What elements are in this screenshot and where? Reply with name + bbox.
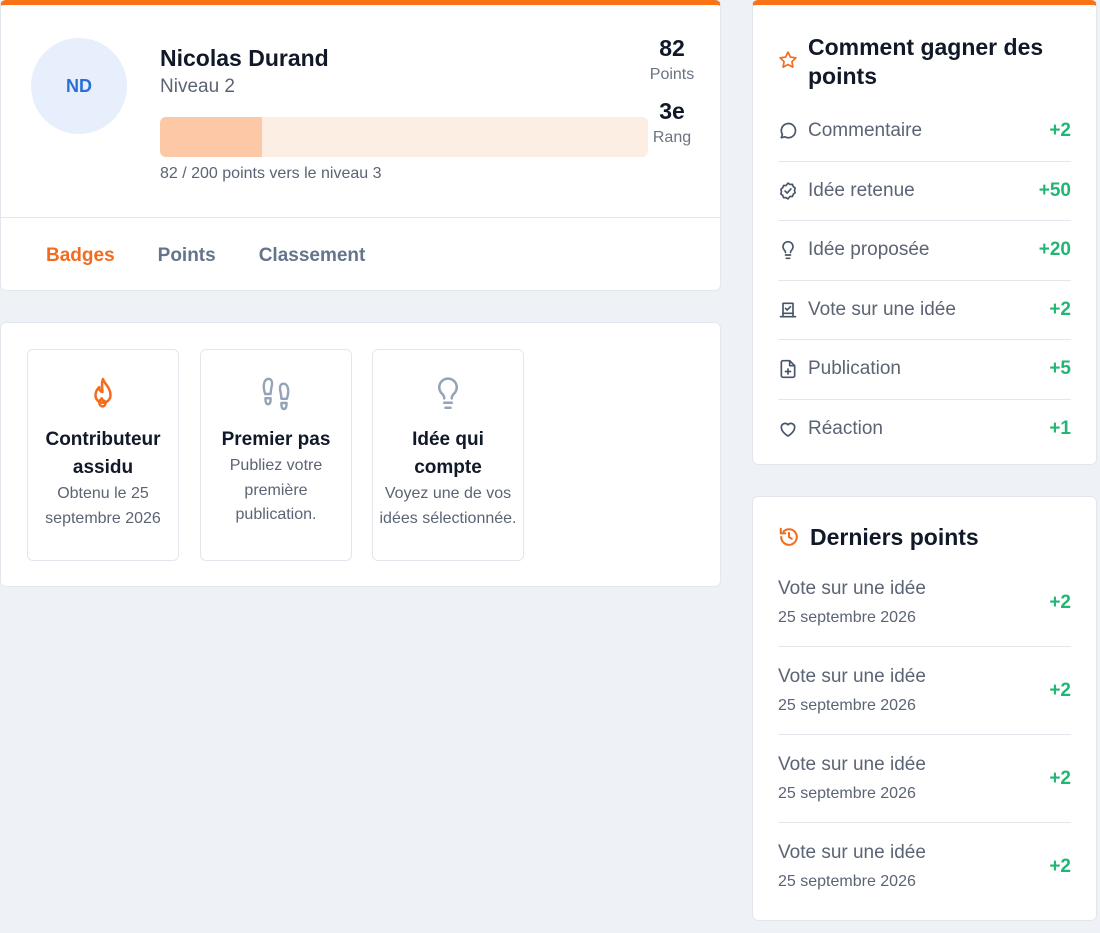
earn-action-points: +2 [1049, 298, 1071, 320]
badge-description: Voyez une de vos idées sélectionnée. [379, 485, 517, 527]
badges-panel: Contributeur assidu Obtenu le 25 septemb… [0, 322, 721, 587]
badge-card[interactable]: Idée qui compte Voyez une de vos idées s… [372, 349, 524, 561]
earn-action-points: +5 [1049, 358, 1071, 380]
recent-action-date: 25 septembre 2026 [778, 784, 916, 802]
badge-description: Publiez votre première publication. [229, 457, 323, 523]
lightbulb-icon [778, 240, 798, 260]
earn-action-points: +2 [1049, 120, 1071, 142]
badge-description: Obtenu le 25 septembre 2026 [45, 485, 161, 527]
recent-action-date: 25 septembre 2026 [778, 873, 916, 890]
recent-action-points: +2 [1049, 767, 1071, 789]
recent-points-title: Derniers points [810, 524, 979, 550]
earn-action-points: +50 [1038, 179, 1071, 201]
badge-check-icon [778, 181, 798, 201]
history-icon [778, 526, 800, 548]
badge-title: Idée qui compte [412, 429, 484, 478]
user-level: Niveau 2 [160, 76, 235, 97]
list-item: Idée retenue +50 [778, 162, 1071, 221]
recent-points-list: Vote sur une idée 25 septembre 2026 +2 V… [778, 559, 1071, 911]
recent-points-header: Derniers points [778, 523, 979, 552]
flame-icon [28, 374, 178, 414]
rank-value: 3e [659, 98, 685, 124]
earn-action-label: Commentaire [808, 120, 923, 142]
lightbulb-icon [373, 374, 523, 414]
list-item: Vote sur une idée 25 septembre 2026 +2 [778, 735, 1071, 823]
list-item: Vote sur une idée 25 septembre 2026 +2 [778, 647, 1071, 735]
recent-action-points: +2 [1049, 591, 1071, 613]
earn-action-label: Idée retenue [808, 179, 915, 201]
level-progress-fill [160, 117, 263, 157]
recent-action-label: Vote sur une idée [778, 665, 926, 687]
list-item: Réaction +1 [778, 400, 1071, 460]
list-item: Vote sur une idée 25 septembre 2026 +2 [778, 559, 1071, 647]
level-progress-bar [160, 117, 648, 157]
tab-points[interactable]: Points [158, 245, 216, 267]
rank-stat: 3e Rang [637, 98, 707, 147]
vote-icon [778, 300, 798, 320]
heart-icon [778, 419, 798, 439]
badge-title: Contributeur assidu [45, 429, 161, 478]
footprints-icon [201, 374, 351, 414]
recent-points-panel: Derniers points Vote sur une idée 25 sep… [752, 496, 1097, 921]
progress-text: 82 / 200 points vers le niveau 3 [160, 165, 382, 182]
earn-points-title: Comment gagner des points [808, 34, 1044, 89]
avatar: ND [31, 38, 127, 134]
tab-classement[interactable]: Classement [259, 245, 366, 267]
comment-icon [778, 121, 798, 141]
tab-badges[interactable]: Badges [46, 245, 115, 267]
earn-action-points: +1 [1049, 418, 1071, 440]
earn-points-list: Commentaire +2 Idée retenue +50 Idée pro… [778, 102, 1071, 459]
badge-card[interactable]: Premier pas Publiez votre première publi… [200, 349, 352, 561]
list-item: Vote sur une idée +2 [778, 281, 1071, 340]
points-value: 82 [659, 35, 685, 61]
file-plus-icon [778, 359, 798, 379]
earn-action-label: Vote sur une idée [808, 298, 956, 320]
tab-bar: Badges Points Classement [1, 217, 720, 290]
rank-label: Rang [652, 129, 692, 146]
profile-card: ND Nicolas Durand Niveau 2 82 / 200 poin… [0, 0, 721, 291]
badge-title: Premier pas [221, 429, 331, 450]
recent-action-label: Vote sur une idée [778, 577, 926, 599]
earn-points-header: Comment gagner des points [778, 33, 1096, 91]
recent-action-label: Vote sur une idée [778, 753, 926, 775]
user-name: Nicolas Durand [160, 45, 329, 71]
earn-points-panel: Comment gagner des points Commentaire +2… [752, 0, 1097, 465]
list-item: Vote sur une idée 25 septembre 2026 +2 [778, 823, 1071, 911]
recent-action-date: 25 septembre 2026 [778, 608, 916, 626]
earn-action-label: Publication [808, 358, 901, 380]
list-item: Commentaire +2 [778, 102, 1071, 162]
recent-action-label: Vote sur une idée [778, 842, 926, 863]
recent-action-date: 25 septembre 2026 [778, 696, 916, 714]
recent-action-points: +2 [1049, 856, 1071, 877]
points-label: Points [649, 66, 695, 83]
list-item: Idée proposée +20 [778, 221, 1071, 281]
badge-card[interactable]: Contributeur assidu Obtenu le 25 septemb… [27, 349, 179, 561]
points-stat: 82 Points [637, 35, 707, 84]
list-item: Publication +5 [778, 340, 1071, 400]
earn-action-points: +20 [1038, 239, 1071, 261]
earn-action-label: Réaction [808, 418, 883, 440]
recent-action-points: +2 [1049, 679, 1071, 701]
earn-action-label: Idée proposée [808, 239, 930, 261]
star-icon [778, 50, 798, 70]
